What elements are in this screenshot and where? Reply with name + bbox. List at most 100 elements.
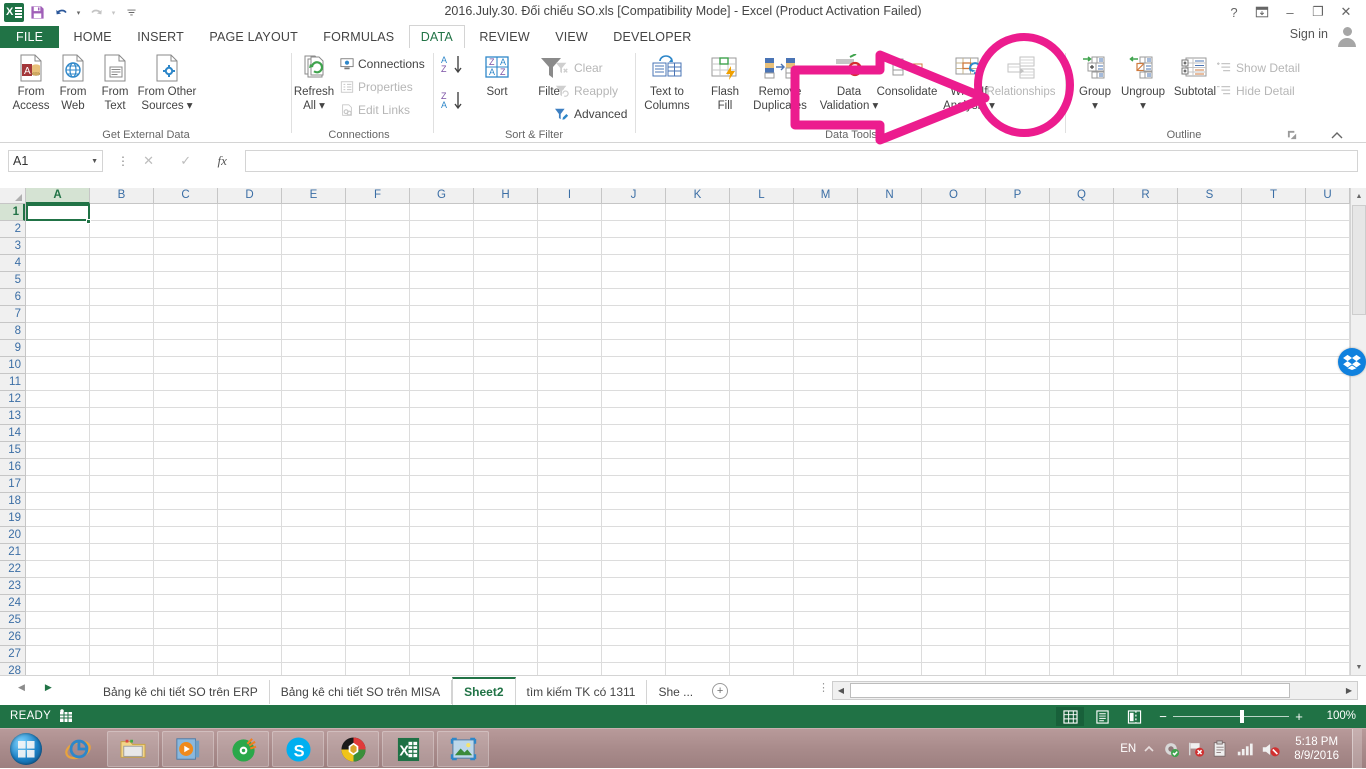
tab-formulas[interactable]: FORMULAS <box>312 26 405 49</box>
cell-Q14[interactable] <box>1050 425 1114 442</box>
cell-M2[interactable] <box>794 221 858 238</box>
zoom-thumb[interactable] <box>1240 710 1245 723</box>
cell-C3[interactable] <box>154 238 218 255</box>
cell-O28[interactable] <box>922 663 986 675</box>
cell-N21[interactable] <box>858 544 922 561</box>
cell-F18[interactable] <box>346 493 410 510</box>
cell-I1[interactable] <box>538 204 602 221</box>
cell-K14[interactable] <box>666 425 730 442</box>
cell-Q28[interactable] <box>1050 663 1114 675</box>
cell-P16[interactable] <box>986 459 1050 476</box>
cell-N17[interactable] <box>858 476 922 493</box>
cell-T6[interactable] <box>1242 289 1306 306</box>
cell-H24[interactable] <box>474 595 538 612</box>
cell-K13[interactable] <box>666 408 730 425</box>
cell-H7[interactable] <box>474 306 538 323</box>
cell-J2[interactable] <box>602 221 666 238</box>
show-desktop-button[interactable] <box>1352 729 1362 769</box>
name-box-dropdown-icon[interactable]: ▼ <box>91 158 98 165</box>
cell-N26[interactable] <box>858 629 922 646</box>
cell-T11[interactable] <box>1242 374 1306 391</box>
cell-C4[interactable] <box>154 255 218 272</box>
record-macro-icon[interactable] <box>58 709 74 724</box>
cell-D7[interactable] <box>218 306 282 323</box>
add-sheet-button[interactable]: + <box>712 683 729 699</box>
cell-H20[interactable] <box>474 527 538 544</box>
cell-U2[interactable] <box>1306 221 1350 238</box>
name-box[interactable]: A1 ▼ <box>8 150 103 172</box>
cell-I8[interactable] <box>538 323 602 340</box>
cell-Q12[interactable] <box>1050 391 1114 408</box>
cell-C15[interactable] <box>154 442 218 459</box>
cell-N12[interactable] <box>858 391 922 408</box>
cell-O8[interactable] <box>922 323 986 340</box>
cell-A13[interactable] <box>26 408 90 425</box>
cell-U15[interactable] <box>1306 442 1350 459</box>
cell-F20[interactable] <box>346 527 410 544</box>
cell-M1[interactable] <box>794 204 858 221</box>
cell-P15[interactable] <box>986 442 1050 459</box>
insert-function-icon[interactable]: fx <box>217 153 226 169</box>
column-header-F[interactable]: F <box>346 188 410 204</box>
cell-N9[interactable] <box>858 340 922 357</box>
cell-E22[interactable] <box>282 561 346 578</box>
cell-M7[interactable] <box>794 306 858 323</box>
cell-J22[interactable] <box>602 561 666 578</box>
cell-H5[interactable] <box>474 272 538 289</box>
cell-O10[interactable] <box>922 357 986 374</box>
cell-M8[interactable] <box>794 323 858 340</box>
sort-descending-button[interactable]: ZA <box>440 90 464 112</box>
cell-H14[interactable] <box>474 425 538 442</box>
cell-P9[interactable] <box>986 340 1050 357</box>
cell-Q13[interactable] <box>1050 408 1114 425</box>
cell-I18[interactable] <box>538 493 602 510</box>
cell-I22[interactable] <box>538 561 602 578</box>
cell-S5[interactable] <box>1178 272 1242 289</box>
cell-R7[interactable] <box>1114 306 1178 323</box>
cell-A27[interactable] <box>26 646 90 663</box>
cell-D10[interactable] <box>218 357 282 374</box>
cell-G16[interactable] <box>410 459 474 476</box>
cell-H16[interactable] <box>474 459 538 476</box>
cell-G14[interactable] <box>410 425 474 442</box>
cell-E24[interactable] <box>282 595 346 612</box>
avatar[interactable] <box>1332 25 1362 47</box>
cell-R6[interactable] <box>1114 289 1178 306</box>
row-header-5[interactable]: 5 <box>0 272 25 289</box>
cell-A28[interactable] <box>26 663 90 675</box>
cell-N6[interactable] <box>858 289 922 306</box>
cell-L25[interactable] <box>730 612 794 629</box>
cell-I6[interactable] <box>538 289 602 306</box>
cell-K21[interactable] <box>666 544 730 561</box>
cell-B20[interactable] <box>90 527 154 544</box>
cell-T22[interactable] <box>1242 561 1306 578</box>
cell-H3[interactable] <box>474 238 538 255</box>
cell-Q26[interactable] <box>1050 629 1114 646</box>
cell-O20[interactable] <box>922 527 986 544</box>
cell-N3[interactable] <box>858 238 922 255</box>
cell-F27[interactable] <box>346 646 410 663</box>
cell-D11[interactable] <box>218 374 282 391</box>
cell-N19[interactable] <box>858 510 922 527</box>
cell-B1[interactable] <box>90 204 154 221</box>
cell-J5[interactable] <box>602 272 666 289</box>
cell-G27[interactable] <box>410 646 474 663</box>
cell-J18[interactable] <box>602 493 666 510</box>
cell-R19[interactable] <box>1114 510 1178 527</box>
from-other-sources-button[interactable]: From Other Sources ▾ <box>128 51 206 123</box>
cell-I9[interactable] <box>538 340 602 357</box>
cell-R14[interactable] <box>1114 425 1178 442</box>
row-header-26[interactable]: 26 <box>0 629 25 646</box>
cell-K10[interactable] <box>666 357 730 374</box>
row-header-8[interactable]: 8 <box>0 323 25 340</box>
cell-S16[interactable] <box>1178 459 1242 476</box>
cell-N24[interactable] <box>858 595 922 612</box>
cell-O16[interactable] <box>922 459 986 476</box>
cell-L8[interactable] <box>730 323 794 340</box>
zoom-slider[interactable]: − + <box>1156 709 1306 724</box>
cell-I17[interactable] <box>538 476 602 493</box>
cell-S26[interactable] <box>1178 629 1242 646</box>
cell-S27[interactable] <box>1178 646 1242 663</box>
cell-Q2[interactable] <box>1050 221 1114 238</box>
cell-H8[interactable] <box>474 323 538 340</box>
